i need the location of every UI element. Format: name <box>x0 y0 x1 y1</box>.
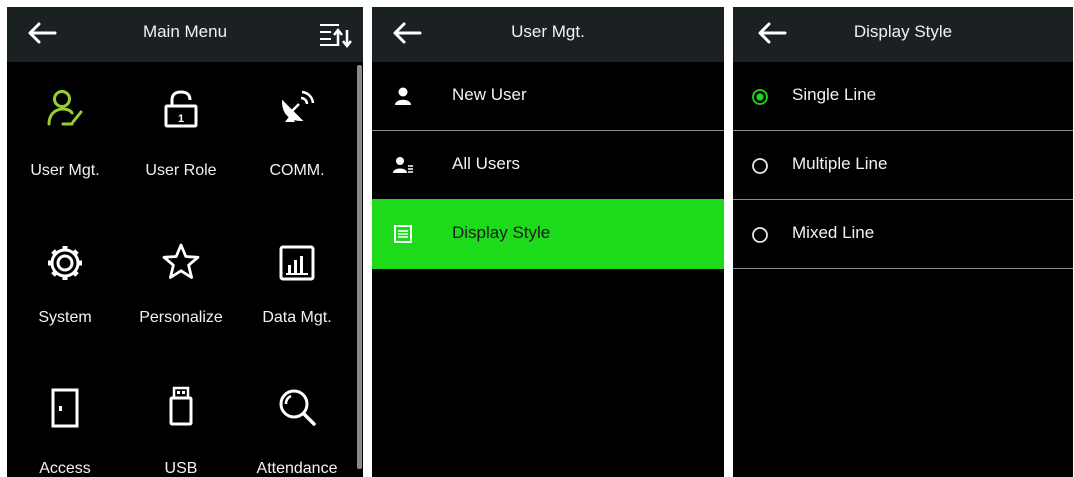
star-icon <box>162 243 200 279</box>
magnifier-icon <box>279 389 316 426</box>
title-bar: Main Menu <box>7 7 363 62</box>
option-single-line[interactable]: Single Line <box>733 62 1073 131</box>
radio-unselected-icon[interactable] <box>751 226 769 244</box>
menu-tile-data-mgt[interactable]: Data Mgt. <box>239 207 355 347</box>
menu-tile-access[interactable]: Access <box>7 352 123 477</box>
lock-icon: 1 <box>164 90 198 128</box>
sort-menu-icon[interactable] <box>317 20 353 48</box>
title-bar: User Mgt. <box>372 7 724 62</box>
tile-label: Personalize <box>139 309 223 326</box>
list-item-label: All Users <box>452 154 521 173</box>
tile-label: USB <box>164 460 198 477</box>
user-mgt-icon <box>47 90 83 126</box>
bar-chart-icon <box>279 245 315 281</box>
svg-text:1: 1 <box>178 113 184 125</box>
display-style-screen: Display Style Single Line Multiple Line … <box>733 7 1073 477</box>
radio-unselected-icon[interactable] <box>751 157 769 175</box>
door-icon <box>51 388 79 428</box>
back-arrow-icon[interactable] <box>390 19 424 47</box>
tile-label: COMM. <box>269 162 325 179</box>
radio-selected-icon[interactable] <box>751 88 769 106</box>
tile-label: Data Mgt. <box>262 309 332 326</box>
satellite-dish-icon <box>281 90 315 122</box>
menu-tile-user-mgt[interactable]: User Mgt. <box>7 62 123 202</box>
back-arrow-icon[interactable] <box>25 19 59 47</box>
list-item-all-users[interactable]: All Users <box>372 131 724 200</box>
option-label: Multiple Line <box>792 154 888 173</box>
page-title: User Mgt. <box>511 22 585 41</box>
page-title: Main Menu <box>142 22 228 41</box>
list-item-label: Display Style <box>452 223 551 242</box>
list-item-display-style[interactable]: Display Style <box>372 200 724 269</box>
tile-label: User Role <box>145 162 217 179</box>
menu-grid: User Mgt. 1 User Role COMM. System Perso… <box>7 62 355 477</box>
main-menu-screen: Main Menu User Mgt. 1 User Role COMM. Sy… <box>7 7 363 477</box>
menu-tile-system[interactable]: System <box>7 207 123 347</box>
menu-tile-usb[interactable]: USB <box>123 352 239 477</box>
user-mgt-screen: User Mgt. New User All Users Display Sty… <box>372 7 724 477</box>
option-list: Single Line Multiple Line Mixed Line <box>733 62 1073 269</box>
list-item-label: New User <box>452 85 527 104</box>
user-icon <box>395 87 411 105</box>
tile-label: System <box>38 309 92 326</box>
user-list-icon <box>393 157 413 173</box>
option-mixed-line[interactable]: Mixed Line <box>733 200 1073 269</box>
scrollbar[interactable] <box>357 65 362 469</box>
usb-drive-icon <box>169 386 193 426</box>
list-item-new-user[interactable]: New User <box>372 62 724 131</box>
menu-tile-user-role[interactable]: 1 User Role <box>123 62 239 202</box>
menu-tile-personalize[interactable]: Personalize <box>123 207 239 347</box>
option-multiple-line[interactable]: Multiple Line <box>733 131 1073 200</box>
menu-list: New User All Users Display Style <box>372 62 724 269</box>
option-label: Mixed Line <box>792 223 875 242</box>
menu-tile-attendance[interactable]: Attendance <box>239 352 355 477</box>
tile-label: Attendance <box>256 460 338 477</box>
option-label: Single Line <box>792 85 877 104</box>
menu-tile-comm[interactable]: COMM. <box>239 62 355 202</box>
back-arrow-icon[interactable] <box>755 19 789 47</box>
display-style-icon <box>394 225 412 243</box>
title-bar: Display Style <box>733 7 1073 62</box>
gear-icon <box>48 246 82 280</box>
tile-label: User Mgt. <box>30 162 100 179</box>
tile-label: Access <box>39 460 91 477</box>
